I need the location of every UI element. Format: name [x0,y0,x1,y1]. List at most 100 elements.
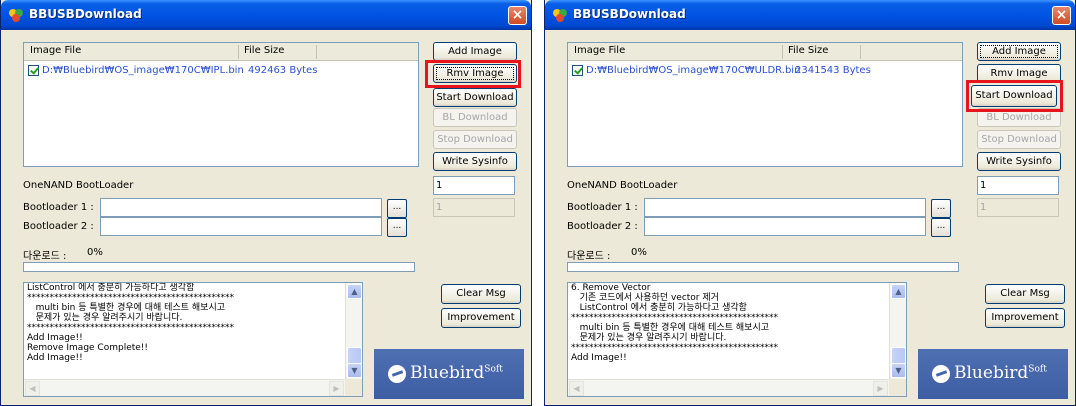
list-item[interactable]: D:₩Bluebird₩OS_image₩170C₩IPL.bin 492463… [26,64,416,78]
bluebird-soft-logo: BluebirdSoft [374,349,524,399]
message-line: Add Image!! [27,333,83,343]
title-bar[interactable]: BBUSBDownload × [1,0,531,30]
bluebird-soft-logo: BluebirdSoft [918,349,1068,399]
scroll-down-icon[interactable]: ▼ [891,363,906,378]
scroll-left-icon[interactable]: ◀ [25,381,40,396]
message-line: Add Image!! [571,353,627,363]
bootloader1-browse-button[interactable]: ... [387,199,407,218]
message-line: ****************************************… [27,293,234,303]
image-checkbox[interactable] [572,65,583,76]
message-line: 문제가 있는 경우 알려주시기 바랍니다. [571,333,727,343]
bootloader2-label: Bootloader 2 : [567,221,638,232]
bootloader1-input[interactable] [644,198,926,217]
column-file-size[interactable]: File Size [244,45,284,56]
improvement-button[interactable]: Improvement [441,308,521,328]
message-line: ****************************************… [571,343,778,353]
scroll-down-icon[interactable]: ▼ [347,363,362,378]
image-file-list[interactable]: Image File File Size D:₩Bluebird₩OS_imag… [567,42,963,167]
bootloader1-browse-button[interactable]: ... [931,199,951,218]
add-image-button[interactable]: Add Image [433,42,517,61]
scroll-right-icon[interactable]: ▶ [329,381,344,396]
title-bar[interactable]: BBUSBDownload × [545,0,1075,30]
scroll-right-icon[interactable]: ▶ [873,381,888,396]
bbusbdownload-window-right: BBUSBDownload × Image File File Size D:₩… [544,0,1076,406]
logo-text: BluebirdSoft [410,363,503,383]
onenand-bootloader-label: OneNAND BootLoader [567,180,678,191]
stop-download-button[interactable]: Stop Download [977,130,1061,149]
message-lines: ListControl 에서 충분히 가능하다고 생각함 ************… [27,283,342,363]
bootloader1-label: Bootloader 1 : [23,202,94,213]
horizontal-scrollbar[interactable]: ◀ ▶ [568,379,889,396]
sysinfo-field-disabled: 1 [977,198,1059,217]
message-log[interactable]: 6. Remove Vector 기존 코드에서 사용하던 vector 제거 … [567,282,907,397]
bootloader2-input[interactable] [644,217,926,236]
download-progress-bar [23,262,415,272]
message-line: ****************************************… [27,323,234,333]
message-line: Add Image!! [27,353,83,363]
message-line: 6. Remove Vector [571,283,651,293]
message-log[interactable]: ListControl 에서 충분히 가능하다고 생각함 ************… [23,282,363,397]
red-highlight-box [425,60,521,88]
improvement-button[interactable]: Improvement [985,308,1065,328]
start-download-button[interactable]: Start Download [433,88,517,107]
vertical-scrollbar[interactable]: ▲ ▼ [345,283,362,379]
clear-msg-button[interactable]: Clear Msg [441,284,521,304]
sysinfo-field[interactable]: 1 [977,176,1059,195]
bootloader2-browse-button[interactable]: ... [931,218,951,237]
window-title: BBUSBDownload [573,7,686,21]
message-line: multi bin 등 특별한 경우에 대해 테스트 해보시고 [27,303,226,313]
bl-download-button[interactable]: BL Download [433,108,517,127]
download-percent: 0% [631,247,647,258]
add-image-button[interactable]: Add Image [977,42,1061,61]
column-image-file[interactable]: Image File [574,45,625,56]
image-path: D:₩Bluebird₩OS_image₩170C₩ULDR.bin [586,65,801,76]
scroll-left-icon[interactable]: ◀ [569,381,584,396]
image-file-list[interactable]: Image File File Size D:₩Bluebird₩OS_imag… [23,42,419,167]
vertical-scrollbar[interactable]: ▲ ▼ [889,283,906,379]
message-lines: 6. Remove Vector 기존 코드에서 사용하던 vector 제거 … [571,283,886,363]
close-button[interactable]: × [1052,6,1071,25]
bbusbdownload-window-left: BBUSBDownload × Image File File Size D:₩… [0,0,532,406]
download-label: 다운로드 : [23,251,67,262]
image-size: 2341543 Bytes [795,65,871,76]
scroll-up-icon[interactable]: ▲ [891,284,906,299]
message-line: Remove Image Complete!! [27,343,149,353]
bootloader2-browse-button[interactable]: ... [387,218,407,237]
bootloader1-label: Bootloader 1 : [567,202,638,213]
bootloader2-input[interactable] [100,217,382,236]
window-title: BBUSBDownload [29,7,142,21]
red-highlight-box [966,80,1063,112]
onenand-bootloader-label: OneNAND BootLoader [23,180,134,191]
message-line: 기존 코드에서 사용하던 vector 제거 [571,293,719,303]
list-header: Image File File Size [568,43,962,61]
message-line: ****************************************… [571,313,778,323]
sysinfo-field-disabled: 1 [433,198,515,217]
message-line: ListControl 에서 충분히 가능하다고 생각함 [27,283,195,293]
scroll-up-icon[interactable]: ▲ [347,284,362,299]
image-checkbox[interactable] [28,65,39,76]
sysinfo-field[interactable]: 1 [433,176,515,195]
message-line: ListControl 에서 충분히 가능하다고 생각함 [571,303,747,313]
app-icon [553,9,567,22]
image-path: D:₩Bluebird₩OS_image₩170C₩IPL.bin [42,65,244,76]
image-size: 492463 Bytes [248,65,318,76]
bootloader1-input[interactable] [100,198,382,217]
download-label: 다운로드 : [567,251,611,262]
close-button[interactable]: × [508,6,527,25]
column-image-file[interactable]: Image File [30,45,81,56]
horizontal-scrollbar[interactable]: ◀ ▶ [24,379,345,396]
bluebird-logo-icon [932,365,950,383]
write-sysinfo-button[interactable]: Write Sysinfo [977,152,1061,171]
list-header: Image File File Size [24,43,418,61]
column-file-size[interactable]: File Size [788,45,828,56]
logo-text: BluebirdSoft [954,363,1047,383]
clear-msg-button[interactable]: Clear Msg [985,284,1065,304]
list-item[interactable]: D:₩Bluebird₩OS_image₩170C₩ULDR.bin 23415… [570,64,960,78]
download-percent: 0% [87,247,103,258]
write-sysinfo-button[interactable]: Write Sysinfo [433,152,517,171]
bootloader2-label: Bootloader 2 : [23,221,94,232]
app-icon [9,9,23,22]
stop-download-button[interactable]: Stop Download [433,130,517,149]
bluebird-logo-icon [388,365,406,383]
download-progress-bar [567,262,959,272]
